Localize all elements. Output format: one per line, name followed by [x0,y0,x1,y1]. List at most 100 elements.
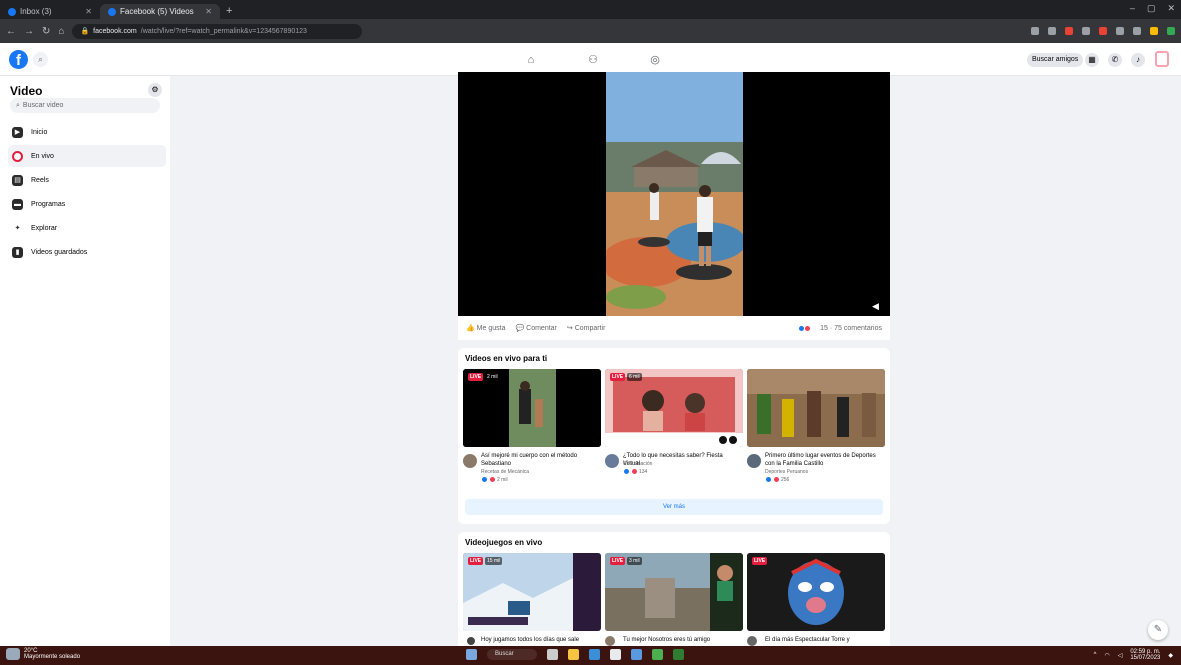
gear-icon[interactable]: ⚙ [148,83,162,97]
clock[interactable]: 02:59 p. m. 15/07/2023 [1130,649,1160,661]
video-player[interactable]: ◀ [458,72,890,316]
task-view-icon[interactable] [547,649,558,660]
share-button[interactable]: ↪ Compartir [567,324,606,332]
home-icon[interactable]: ⌂ [524,53,538,67]
reload-icon[interactable]: ↻ [42,26,50,37]
channel-avatar[interactable] [605,636,615,646]
clock-date: 15/07/2023 [1130,655,1161,661]
channel-avatar[interactable] [747,454,761,468]
video-title[interactable]: El día más Espectacular Torre y [765,636,883,644]
live-for-you-section: Videos en vivo para ti LIVE 2 mil LIVE 6… [458,348,890,524]
extension-icon[interactable] [1133,27,1141,35]
minimize-icon[interactable]: – [1130,3,1135,14]
video-meta: Primero último lugar eventos de Deportes… [747,452,887,492]
comment-button[interactable]: 💬 Comentar [515,324,556,332]
extension-icon[interactable] [1099,27,1107,35]
video-thumbnail[interactable] [747,369,885,447]
find-friends-button[interactable]: Buscar amigos [1027,53,1084,67]
address-bar[interactable]: 🔒 facebook.com /watch/live/?ref=watch_pe… [72,23,363,39]
live-games-section: Videojuegos en vivo LIVE 15 mil LIVE 3 m… [458,532,890,652]
weather-widget[interactable]: 20°C Mayormente soleado [6,648,80,660]
extension-icon[interactable] [1031,27,1039,35]
chrome-icon[interactable] [652,649,663,660]
channel-name[interactable]: Coordinación [623,461,652,467]
close-icon[interactable]: ✕ [85,7,92,16]
sidebar-item-shows[interactable]: ▬ Programas [8,193,166,215]
sidebar-item-reels[interactable]: ▤ Reels [8,169,166,191]
home-icon[interactable]: ⌂ [58,26,64,37]
groups-icon[interactable]: ◎ [648,53,662,67]
extension-icon[interactable] [1065,27,1073,35]
channel-name[interactable]: Deportes Peruanos [765,469,808,475]
forward-icon[interactable]: → [24,26,34,37]
video-title[interactable]: Tu mejor Nosotros eres tú amigo [623,636,741,644]
search-placeholder: Buscar video [22,102,64,109]
facebook-logo[interactable]: f [9,50,28,69]
extension-icon[interactable] [1167,27,1175,35]
friends-icon[interactable]: ⚇ [586,53,600,67]
edge-icon[interactable] [589,649,600,660]
search-input[interactable]: ⌕ Buscar video [10,98,160,113]
new-message-icon[interactable]: ✎ [1148,620,1168,640]
messenger-icon[interactable]: ✆ [1108,53,1122,67]
channel-avatar[interactable] [463,454,477,468]
browser-tab-active[interactable]: Facebook (5) Videos ✕ [100,4,220,19]
menu-grid-icon[interactable]: ▦ [1085,53,1099,67]
extension-icon[interactable] [1082,27,1090,35]
live-badge: LIVE [610,373,626,381]
video-thumbnail[interactable]: LIVE [747,553,885,631]
sidebar-item-live[interactable]: En vivo [8,145,166,167]
windows-start-icon[interactable] [466,649,477,660]
facebook-favicon-icon [108,7,116,16]
weather-icon [6,648,20,660]
close-window-icon[interactable]: ✕ [1167,3,1175,14]
live-badge: LIVE [610,557,626,565]
video-scene-image [606,72,743,316]
channel-name[interactable]: Recetas de Mecánica [481,469,529,475]
notifications-icon[interactable]: ◆ [1168,652,1173,659]
video-title[interactable]: Primero último lugar eventos de Deportes… [765,452,883,468]
new-tab-button[interactable]: + [220,4,238,19]
search-icon[interactable]: ⌕ [33,52,48,67]
sidebar-item-saved[interactable]: ▮ Videos guardados [8,241,166,263]
chevron-up-icon[interactable]: ^ [1094,652,1097,658]
channel-avatar[interactable] [467,637,475,645]
section-title: Videojuegos en vivo [465,538,543,547]
avatar[interactable] [1155,51,1169,67]
close-icon[interactable]: ✕ [205,7,212,16]
reactions-summary[interactable]: 15 · 75 comentarios [820,325,882,332]
lock-icon: 🔒 [80,28,90,35]
extension-icon[interactable] [1048,27,1056,35]
extension-icon[interactable] [1150,27,1158,35]
file-explorer-icon[interactable] [568,649,579,660]
video-thumbnail[interactable]: LIVE 15 mil [463,553,601,631]
channel-avatar[interactable] [605,454,619,468]
maximize-icon[interactable]: ▢ [1147,3,1156,14]
like-button[interactable]: 👍 Me gusta [466,324,505,332]
extension-icon[interactable] [1116,27,1124,35]
post-actions-bar: 👍 Me gusta 💬 Comentar ↪ Compartir 15 · 7… [458,316,890,340]
video-title[interactable]: Así mejoré mi cuerpo con el método Sebas… [481,452,599,468]
video-thumbnail[interactable]: LIVE 3 mil [605,553,743,631]
video-title[interactable]: Hoy jugamos todos los días que sale [481,636,599,644]
store-icon[interactable] [610,649,621,660]
mail-icon[interactable] [631,649,642,660]
volume-icon[interactable]: ◁ [1118,652,1123,659]
video-thumbnail[interactable]: LIVE 6 mil [605,369,743,447]
volume-icon[interactable]: ◀ [872,301,879,312]
video-thumbnail[interactable]: LIVE 2 mil [463,369,601,447]
browser-tab[interactable]: Inbox (3) ✕ [0,4,100,19]
wifi-icon[interactable]: ◠ [1104,652,1109,659]
notifications-bell-icon[interactable]: ♪ [1131,53,1145,67]
video-reactions: 256 [765,476,789,483]
thumbnail-image [605,553,743,631]
channel-avatar[interactable] [747,636,757,646]
browser-toolbar: ← → ↻ ⌂ 🔒 facebook.com /watch/live/?ref=… [0,19,1181,43]
sidebar-item-home[interactable]: ▶ Inicio [8,121,166,143]
back-icon[interactable]: ← [6,26,16,37]
reaction-count: 2 mil [497,476,508,483]
see-more-button[interactable]: Ver más [465,499,883,515]
app-icon[interactable] [673,649,684,660]
sidebar-item-explore[interactable]: ✦ Explorar [8,217,166,239]
taskbar-search[interactable]: Buscar [487,649,537,660]
